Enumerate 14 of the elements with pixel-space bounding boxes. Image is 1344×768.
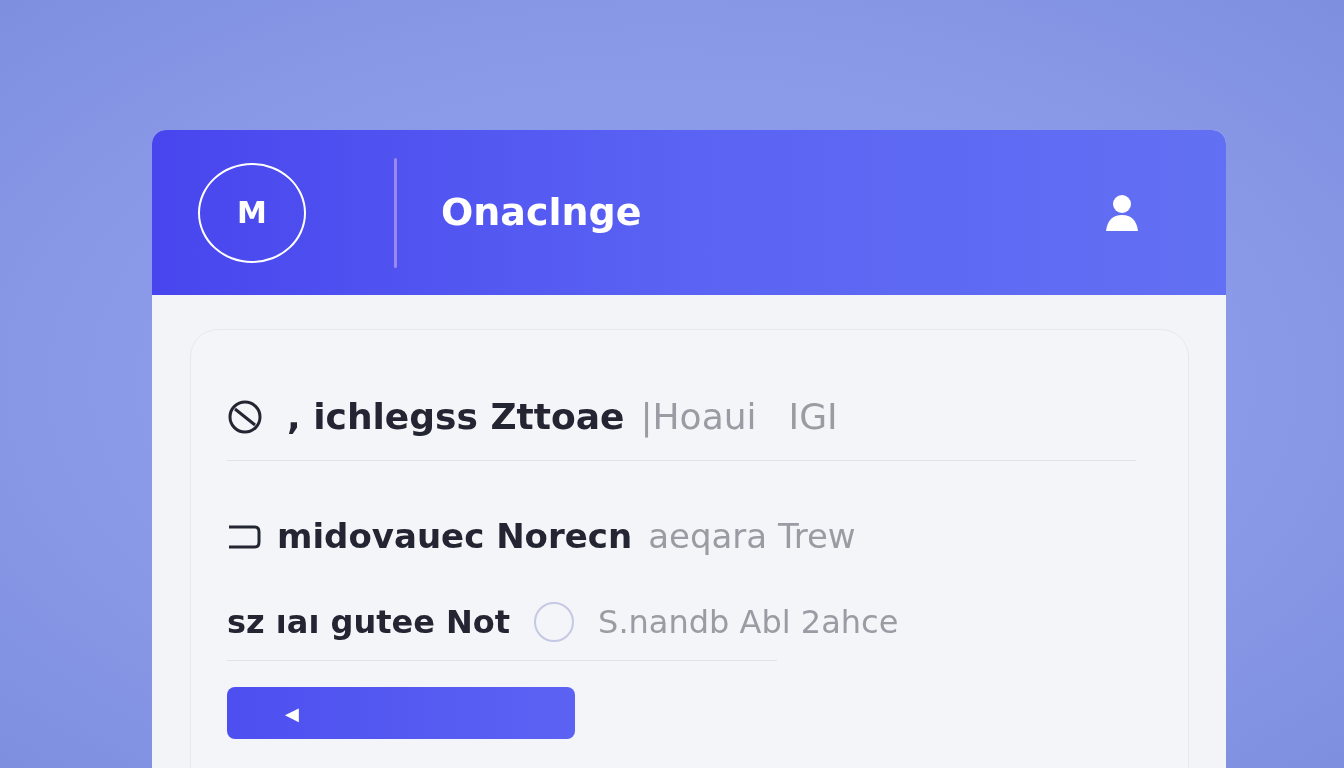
back-button[interactable]: ◀ — [227, 687, 575, 739]
heading-subtext: |Hoaui — [640, 395, 757, 440]
radio-button[interactable] — [534, 602, 575, 642]
heading-text: , ichlegss Zttoae — [287, 395, 625, 439]
item-text: midovauec Norecn — [277, 515, 633, 558]
app-title: Onaclnge — [441, 189, 642, 236]
logo: M — [198, 162, 306, 263]
option-text: sz ıaı gutee Not — [227, 602, 511, 643]
bracket-icon — [227, 523, 261, 550]
heading-tail: IGI — [788, 395, 838, 439]
user-icon[interactable] — [1104, 192, 1140, 233]
option-label: S.nandb Abl 2ahce — [598, 602, 899, 643]
item-subtext: aeqara Trew — [648, 515, 856, 558]
no-entry-icon — [227, 399, 263, 435]
